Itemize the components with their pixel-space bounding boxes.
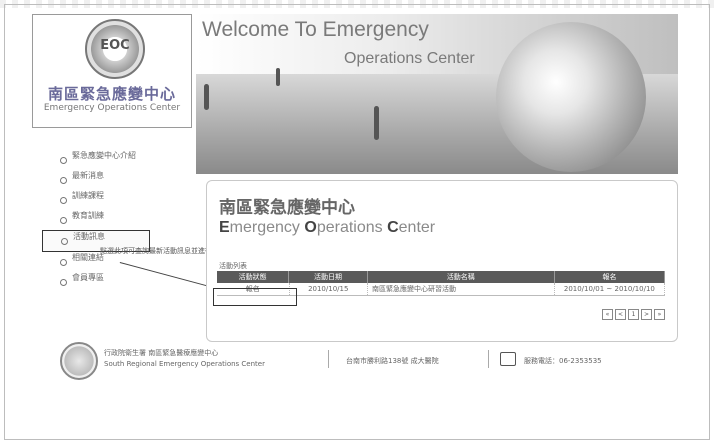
pager-prev-button[interactable]: <	[615, 309, 626, 320]
footer-divider	[488, 350, 489, 368]
side-nav: 緊急應變中心介紹 最新消息 訓練課程 教育訓練 活動訊息 相關連結 會員專區	[42, 150, 200, 292]
logo-subtitle: Emergency Operations Center	[43, 103, 181, 113]
footer: 行政院衛生署 南區緊急醫療應變中心 South Regional Emergen…	[52, 340, 682, 380]
table-cell: 2010/10/15	[290, 283, 368, 295]
nav-item[interactable]: 教育訓練	[60, 210, 200, 230]
footer-phone: 服務電話：06-2353535	[524, 357, 602, 365]
globe-image	[496, 22, 646, 172]
panel-subtitle: Emergency Operations Center	[219, 219, 435, 237]
government-seal-icon	[60, 342, 98, 380]
pager-last-button[interactable]: »	[654, 309, 665, 320]
table-cell[interactable]: 南區緊急應變中心研習活動	[368, 283, 555, 295]
subtitle-part: enter	[398, 219, 436, 236]
subtitle-part: mergency	[229, 219, 305, 236]
nav-item[interactable]: 緊急應變中心介紹	[60, 150, 200, 170]
panel-title: 南區緊急應變中心	[219, 198, 355, 218]
logo-title: 南區緊急應變中心	[47, 85, 176, 103]
site-logo[interactable]: EOC 南區緊急應變中心 Emergency Operations Center	[32, 14, 192, 128]
column-header: 報名	[555, 271, 665, 283]
column-header: 活動日期	[289, 271, 368, 283]
phone-icon	[500, 352, 516, 366]
pager-page-button[interactable]: 1	[628, 309, 639, 320]
column-header: 活動狀態	[217, 271, 290, 283]
table-cell: 2010/10/01 ~ 2010/10/10	[555, 283, 665, 295]
footer-divider	[328, 350, 329, 368]
pagination: « < 1 > »	[602, 309, 665, 320]
banner-subheading: Operations Center	[344, 50, 475, 67]
footer-address: 台南市勝利路138號 成大醫院	[346, 357, 439, 365]
subtitle-initial-o: O	[304, 219, 317, 236]
table-caption: 活動列表	[219, 262, 247, 270]
content-panel: 南區緊急應變中心 Emergency Operations Center 活動列…	[206, 180, 678, 342]
footer-org-name: 行政院衛生署 南區緊急醫療應變中心	[104, 349, 219, 357]
subtitle-initial-c: C	[387, 219, 399, 236]
pager-first-button[interactable]: «	[602, 309, 613, 320]
banner-heading: Welcome To Emergency	[202, 18, 429, 41]
person-figure	[374, 106, 379, 140]
footer-org-english: South Regional Emergency Operations Cent…	[104, 360, 265, 368]
nav-item[interactable]: 訓練課程	[60, 190, 200, 210]
nav-item[interactable]: 最新消息	[60, 170, 200, 190]
pager-next-button[interactable]: >	[641, 309, 652, 320]
person-figure	[204, 84, 209, 110]
table-header-row: 活動狀態 活動日期 活動名稱 報名	[217, 271, 665, 283]
column-header: 活動名稱	[368, 271, 555, 283]
emblem-text: EOC	[100, 38, 130, 53]
highlight-box	[213, 288, 297, 306]
eoc-emblem-icon: EOC	[85, 19, 145, 79]
person-figure	[276, 68, 280, 86]
nav-item[interactable]: 會員專區	[60, 272, 200, 292]
subtitle-initial-e: E	[219, 219, 230, 236]
welcome-banner: Welcome To Emergency Operations Center	[196, 14, 678, 174]
subtitle-part: perations	[316, 219, 388, 236]
